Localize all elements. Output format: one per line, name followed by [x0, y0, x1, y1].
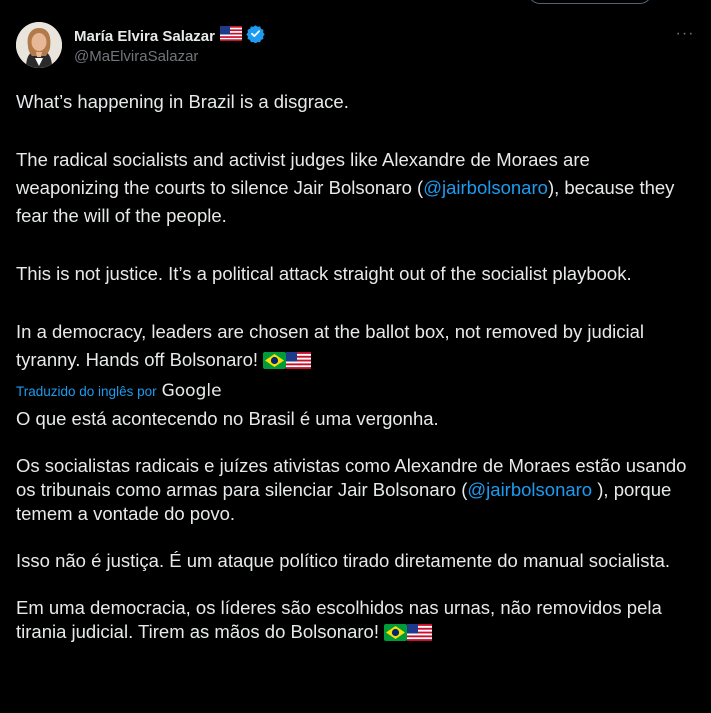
brazil-flag-icon: [263, 349, 287, 377]
tweet-header: María Elvira Salazar @MaElviraSalazar: [16, 20, 265, 70]
translated-paragraph: Isso não é justiça. É um ataque político…: [16, 550, 671, 571]
brazil-flag-icon: [384, 623, 408, 647]
author-display-name[interactable]: María Elvira Salazar: [74, 28, 215, 45]
translated-paragraph: Os socialistas radicais e juízes ativist…: [16, 454, 696, 526]
mention-link[interactable]: @jairbolsonaro: [423, 177, 548, 198]
mention-link[interactable]: @jairbolsonaro: [467, 479, 592, 500]
author-handle[interactable]: @MaElviraSalazar: [74, 48, 265, 65]
translated-paragraph: O que está acontecendo no Brasil é uma v…: [16, 408, 439, 429]
tweet-paragraph: In a democracy, leaders are chosen at th…: [16, 318, 696, 377]
more-dots-icon: ···: [675, 25, 695, 42]
top-pill-button[interactable]: [528, 0, 652, 4]
tweet-text: What’s happening in Brazil is a disgrace…: [16, 88, 696, 647]
translation-label[interactable]: Traduzido do inglês por: [16, 384, 157, 399]
tweet-paragraph: This is not justice. It’s a political at…: [16, 263, 632, 284]
translated-text-span: Em uma democracia, os líderes são escolh…: [16, 597, 662, 642]
google-logo: Google: [161, 381, 222, 401]
tweet-text-span: In a democracy, leaders are chosen at th…: [16, 321, 644, 370]
translation-attribution: Traduzido do inglês por Google: [16, 379, 696, 403]
translated-paragraph: Em uma democracia, os líderes são escolh…: [16, 596, 696, 647]
more-options-button[interactable]: ···: [673, 22, 697, 46]
verified-badge-icon[interactable]: [246, 24, 265, 48]
us-flag-icon: [286, 349, 312, 377]
us-flag-icon: [219, 26, 242, 46]
tweet-paragraph: What’s happening in Brazil is a disgrace…: [16, 91, 349, 112]
tweet-paragraph: The radical socialists and activist judg…: [16, 146, 696, 230]
us-flag-icon: [407, 623, 433, 647]
avatar[interactable]: [16, 22, 62, 68]
